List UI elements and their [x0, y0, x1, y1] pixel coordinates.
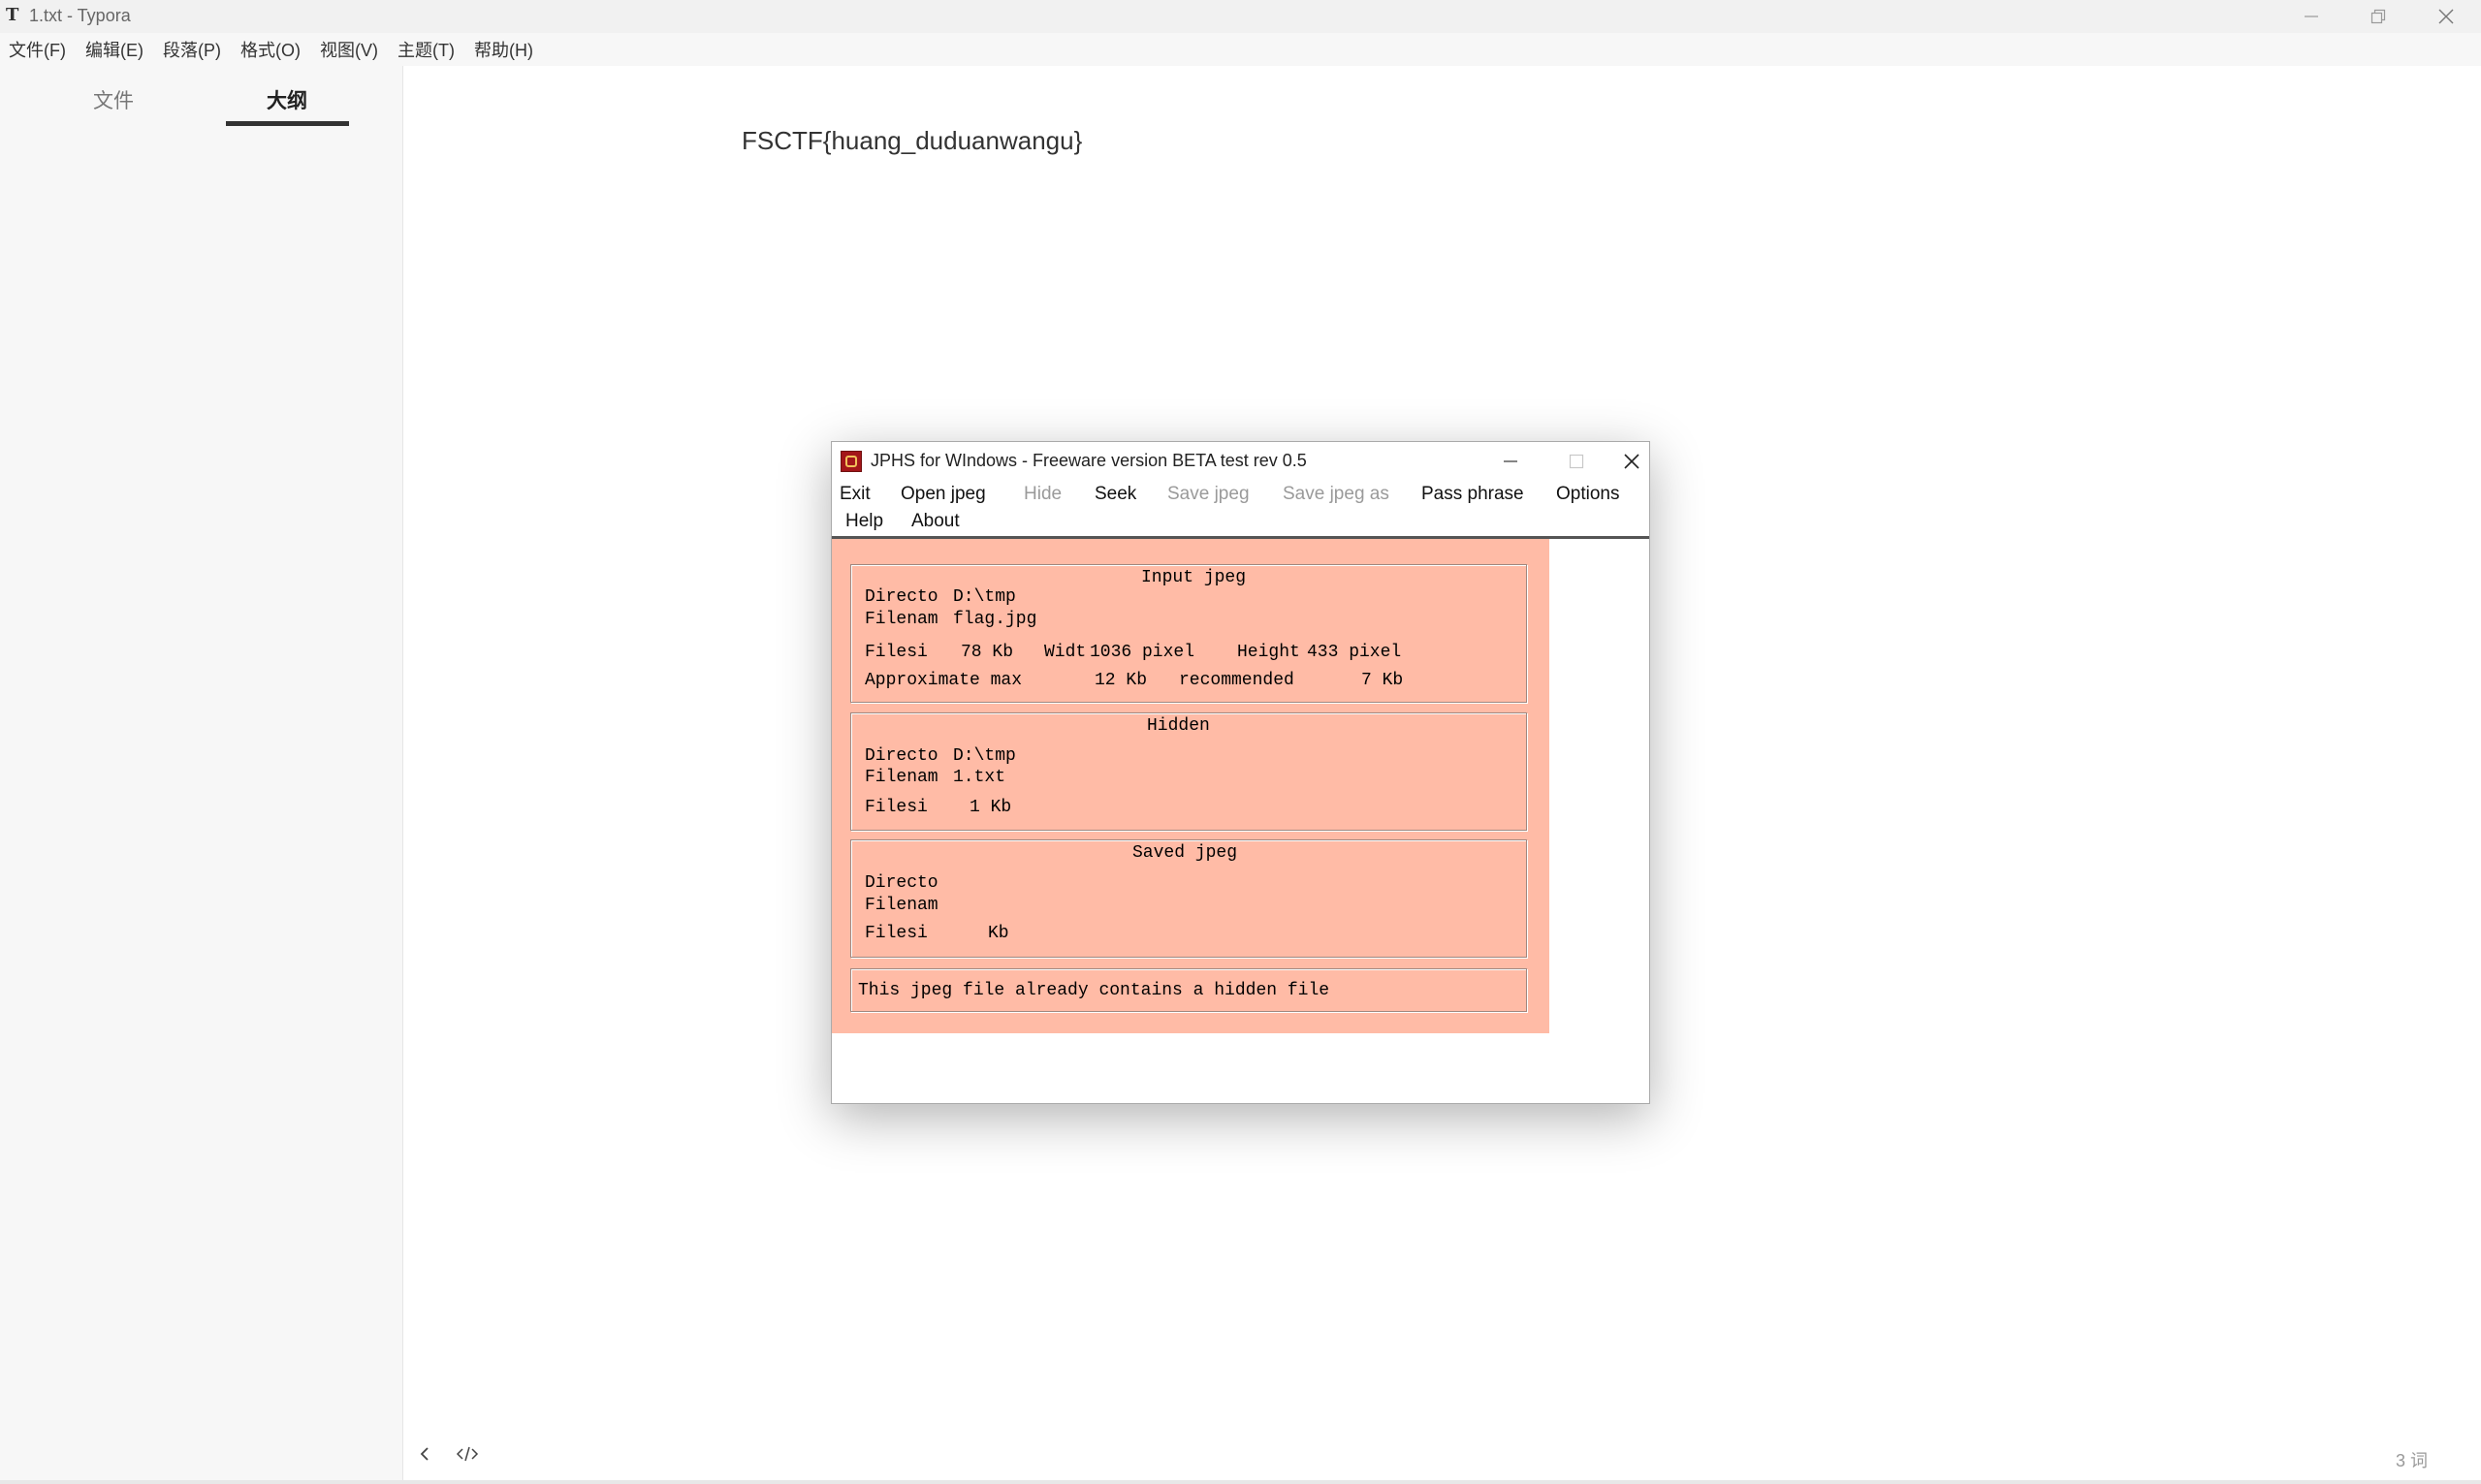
recommended-value: 7 Kb: [1361, 671, 1404, 690]
typora-app-icon: T: [6, 5, 19, 25]
jphs-menu-open-jpeg[interactable]: Open jpeg: [901, 484, 986, 505]
editor-content[interactable]: FSCTF{huang_duduanwangu}: [742, 126, 1082, 156]
status-message-box: This jpeg file already contains a hidden…: [850, 968, 1527, 1012]
menu-file[interactable]: 文件(F): [0, 37, 77, 62]
input-jpeg-heading: Input jpeg: [1141, 568, 1247, 587]
saved-directory-label: Directo: [865, 873, 938, 893]
input-filesize-label: Filesi: [865, 643, 928, 662]
hidden-heading: Hidden: [1147, 716, 1210, 736]
chevron-left-icon: [420, 1447, 429, 1461]
source-code-mode-button[interactable]: [456, 1444, 479, 1468]
jphs-window: JPHS for WIndows - Freeware version BETA…: [831, 441, 1650, 1104]
close-icon: [1624, 454, 1639, 469]
input-directory-label: Directo: [865, 587, 938, 607]
toggle-sidebar-button[interactable]: [415, 1444, 434, 1468]
menu-help[interactable]: 帮助(H): [464, 37, 544, 62]
jphs-menu-seek[interactable]: Seek: [1095, 484, 1136, 505]
maximize-icon: [1569, 454, 1584, 469]
input-height-label: Height: [1237, 643, 1300, 662]
sidebar: 文件 大纲: [0, 66, 403, 1481]
hidden-filesize-value: 1 Kb: [970, 798, 1012, 817]
recommended-label: recommended: [1179, 671, 1294, 690]
saved-filesize-label: Filesi: [865, 924, 928, 943]
jphs-maximize-button: [1547, 444, 1606, 479]
close-window-button[interactable]: [2412, 0, 2480, 33]
jphs-title-bar: JPHS for WIndows - Freeware version BETA…: [832, 442, 1649, 481]
saved-jpeg-heading: Saved jpeg: [1132, 843, 1238, 863]
word-count[interactable]: 3 词: [2396, 1447, 2428, 1472]
code-icon: [456, 1446, 479, 1462]
menu-paragraph[interactable]: 段落(P): [153, 37, 232, 62]
menu-bar: 文件(F) 编辑(E) 段落(P) 格式(O) 视图(V) 主题(T) 帮助(H…: [0, 33, 2481, 66]
active-tab-indicator: [226, 121, 349, 126]
input-width-label: Widt: [1044, 643, 1087, 662]
jphs-menu-help[interactable]: Help: [845, 511, 883, 532]
input-jpeg-group: Input jpeg Directo D:\tmp Filenam flag.j…: [850, 564, 1527, 703]
input-directory-value: D:\tmp: [953, 587, 1016, 607]
jphs-client-area: Input jpeg Directo D:\tmp Filenam flag.j…: [832, 539, 1549, 1033]
jphs-menu-save-jpeg: Save jpeg: [1167, 484, 1250, 504]
approximate-max-value: 12 Kb: [1095, 671, 1148, 690]
hidden-filename-value: 1.txt: [953, 768, 1006, 787]
jphs-app-icon: [841, 451, 862, 472]
title-bar: T 1.txt - Typora: [0, 0, 2481, 33]
jphs-menu-bar: Exit Open jpeg Hide Seek Save jpeg Save …: [832, 481, 1649, 535]
restore-icon: [2370, 9, 2386, 24]
input-filesize-value: 78 Kb: [961, 643, 1014, 662]
status-message: This jpeg file already contains a hidden…: [858, 981, 1330, 1000]
jphs-menu-about[interactable]: About: [911, 511, 960, 532]
jphs-menu-hide: Hide: [1024, 484, 1063, 504]
input-height-value: 433 pixel: [1307, 643, 1402, 662]
hidden-directory-value: D:\tmp: [953, 746, 1016, 766]
minimize-icon: [2305, 16, 2318, 17]
input-filename-label: Filenam: [865, 610, 938, 629]
bottom-border: [0, 1480, 2481, 1484]
menu-format[interactable]: 格式(O): [231, 37, 311, 62]
jphs-menu-save-jpeg-as: Save jpeg as: [1283, 484, 1389, 504]
input-filename-value: flag.jpg: [953, 610, 1037, 629]
jphs-title: JPHS for WIndows - Freeware version BETA…: [871, 451, 1307, 470]
hidden-directory-label: Directo: [865, 746, 938, 766]
jphs-menu-options[interactable]: Options: [1556, 484, 1619, 505]
saved-filename-label: Filenam: [865, 896, 938, 915]
jphs-menu-exit[interactable]: Exit: [840, 484, 871, 505]
jphs-close-button[interactable]: [1615, 444, 1648, 479]
input-width-value: 1036 pixel: [1090, 643, 1195, 662]
minimize-button[interactable]: [2277, 0, 2345, 33]
jphs-menu-pass-phrase[interactable]: Pass phrase: [1421, 484, 1524, 505]
hidden-filesize-label: Filesi: [865, 798, 928, 817]
close-icon: [2438, 9, 2454, 24]
menu-theme[interactable]: 主题(T): [388, 37, 465, 62]
restore-button[interactable]: [2344, 0, 2412, 33]
tab-outline[interactable]: 大纲: [267, 85, 307, 114]
saved-jpeg-group: Saved jpeg Directo Filenam Filesi Kb: [850, 839, 1527, 958]
approximate-max-label: Approximate max: [865, 671, 1023, 690]
jphs-minimize-button[interactable]: [1481, 444, 1540, 479]
tab-files[interactable]: 文件: [93, 85, 134, 114]
window-title: 1.txt - Typora: [29, 6, 131, 25]
saved-filesize-value: Kb: [988, 924, 1009, 943]
menu-edit[interactable]: 编辑(E): [76, 37, 154, 62]
hidden-file-group: Hidden Directo D:\tmp Filenam 1.txt File…: [850, 712, 1527, 831]
minimize-icon: [1504, 460, 1517, 462]
menu-view[interactable]: 视图(V): [310, 37, 389, 62]
hidden-filename-label: Filenam: [865, 768, 938, 787]
